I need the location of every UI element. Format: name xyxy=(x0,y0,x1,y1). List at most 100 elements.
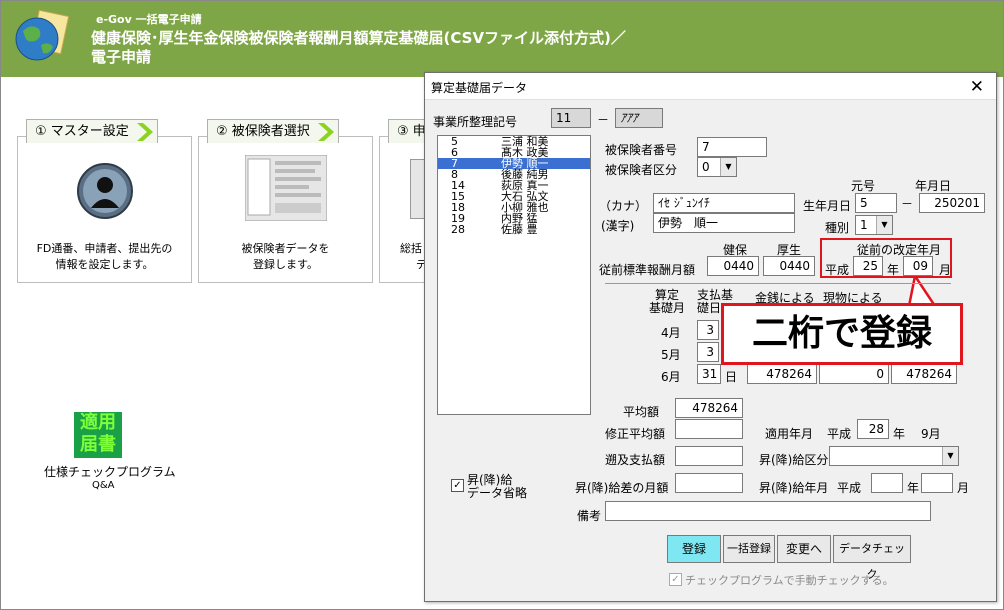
chevron-down-icon[interactable]: ▼ xyxy=(876,216,892,234)
average-field[interactable]: 478264 xyxy=(675,398,743,418)
pension-amount-field[interactable]: 0440 xyxy=(763,256,815,276)
pay-days-apr[interactable]: 3 xyxy=(697,320,719,340)
employee-list[interactable]: 5 三浦 和美 6 髙木 政美 7 伊勢 順一 8 後藤 純男 14 荻原 真一 15 大石 弘文 18… xyxy=(437,135,591,415)
apply-year-field[interactable]: 28 xyxy=(857,419,889,439)
row-month-may: 5月 xyxy=(661,348,681,362)
card-tab-label: ① マスター設定 xyxy=(35,124,129,139)
kana-label: （カナ） xyxy=(599,199,648,213)
kind-select[interactable]: 1 ▼ xyxy=(855,215,893,235)
calc-month-header-2: 基礎月 xyxy=(649,301,686,315)
era-label: 元号 xyxy=(851,179,876,193)
raise-diff-field[interactable] xyxy=(675,473,743,493)
chevron-right-icon xyxy=(317,123,334,141)
birth-date-label: 生年月日 xyxy=(803,199,852,213)
row-month-jun: 6月 xyxy=(661,370,681,384)
close-icon[interactable]: ✕ xyxy=(970,77,984,97)
office-code-2: ｱｱｱ xyxy=(615,108,663,128)
day-unit: 日 xyxy=(725,370,738,384)
in-kind-jun[interactable]: 0 xyxy=(819,364,889,384)
average-label: 平均額 xyxy=(623,405,660,419)
apply-month-value: 9月 xyxy=(921,427,941,441)
data-check-button[interactable]: データチェック xyxy=(833,535,911,581)
manual-check-checkbox[interactable]: ✓ xyxy=(669,573,682,586)
office-code-dash: － xyxy=(597,113,610,127)
list-item[interactable]: 28 佐藤 豊 xyxy=(438,224,590,235)
dialog-titlebar: 算定基礎届データ ✕ xyxy=(425,73,996,100)
raise-month-unit: 月 xyxy=(957,481,970,495)
apply-era: 平成 xyxy=(827,427,852,441)
change-button[interactable]: 変更へ xyxy=(777,535,831,563)
santei-dialog: 算定基礎届データ ✕ 事業所整理記号 11 － ｱｱｱ 5 三浦 和美 6 髙木 政美… xyxy=(424,72,997,602)
chevron-down-icon[interactable]: ▼ xyxy=(720,158,736,176)
chevron-right-icon xyxy=(136,123,153,141)
section-divider xyxy=(605,283,951,284)
card-desc-line-1: FD通番、申請者、提出先の xyxy=(36,242,173,255)
office-code-1: 11 xyxy=(551,108,591,128)
annotation-callout: 二桁で登録 xyxy=(721,303,963,365)
manual-check-label: チェックプログラムで手動チェックする。 xyxy=(685,574,894,587)
master-settings-tab[interactable]: ① マスター設定 xyxy=(26,119,158,143)
kind-label: 種別 xyxy=(825,221,850,235)
kanji-label: (漢字) xyxy=(601,219,635,233)
pay-days-may[interactable]: 3 xyxy=(697,342,719,362)
card-description: 被保険者データを 登録します。 xyxy=(199,241,372,273)
birth-era-field[interactable]: 5 xyxy=(855,193,897,213)
bulk-register-button[interactable]: 一括登録 xyxy=(723,535,775,563)
badge-line-2: 届書 xyxy=(80,434,116,455)
standard-pay-label: 従前標準報酬月額 xyxy=(599,263,696,277)
insured-selection-card[interactable]: ② 被保険者選択 被保険者データを 登録します。 xyxy=(198,119,373,283)
master-settings-card[interactable]: ① マスター設定 FD通番、申請者、提出先の 情報を設定します。 xyxy=(17,119,192,283)
kana-field[interactable]: ｲｾ ｼﾞｭﾝｲﾁ xyxy=(653,193,795,213)
kanji-field[interactable]: 伊勢 順一 xyxy=(653,213,795,233)
insured-selection-tab[interactable]: ② 被保険者選択 xyxy=(207,119,339,143)
employee-number: 28 xyxy=(451,223,465,236)
title-line-2: 電子申請 xyxy=(91,48,152,66)
birth-date-dash: － xyxy=(901,197,914,211)
raise-year-unit: 年 xyxy=(907,481,920,495)
employee-name: 佐藤 豊 xyxy=(501,223,538,236)
ymd-label: 年月日 xyxy=(915,179,952,193)
insured-no-label: 被保険者番号 xyxy=(605,143,678,157)
insured-type-select[interactable]: 0 ▼ xyxy=(697,157,737,177)
check-program-label[interactable]: 仕様チェックプログラム xyxy=(44,463,176,480)
title-line-1: 健康保険･厚生年金保険被保険者報酬月額算定基礎届(CSVファイル添付方式)／ xyxy=(91,29,626,47)
highlight-frame xyxy=(820,238,952,278)
form-screenshot-icon xyxy=(245,155,327,221)
card-desc-line-2: 登録します。 xyxy=(253,258,318,271)
insured-no-field[interactable]: 7 xyxy=(697,137,767,157)
qa-label[interactable]: Q&A xyxy=(92,480,115,491)
notes-label: 備考 xyxy=(577,509,602,523)
card-description: FD通番、申請者、提出先の 情報を設定します。 xyxy=(18,241,191,273)
office-code-label: 事業所整理記号 xyxy=(433,115,518,129)
raise-type-select[interactable]: ▼ xyxy=(829,446,959,466)
total-jun[interactable]: 478264 xyxy=(891,364,957,384)
retro-payment-field[interactable] xyxy=(675,446,743,466)
raise-year-field[interactable] xyxy=(871,473,903,493)
revised-average-field[interactable] xyxy=(675,419,743,439)
card-tab-label: ② 被保険者選択 xyxy=(216,124,310,139)
dialog-title: 算定基礎届データ xyxy=(431,81,528,95)
card-desc-line-1: 被保険者データを xyxy=(241,242,330,255)
insured-type-label: 被保険者区分 xyxy=(605,163,678,177)
app-name: e-Gov 一括電子申請 xyxy=(96,13,202,26)
page-title: 健康保険･厚生年金保険被保険者報酬月額算定基礎届(CSVファイル添付方式)／ 電… xyxy=(91,29,626,67)
raise-era: 平成 xyxy=(837,481,862,495)
card-desc-line-2: 情報を設定します。 xyxy=(55,258,154,271)
register-button[interactable]: 登録 xyxy=(667,535,721,563)
badge-line-1: 適用 xyxy=(80,412,116,433)
notes-field[interactable] xyxy=(605,501,931,521)
apply-month-label: 適用年月 xyxy=(765,427,814,441)
globe-document-icon xyxy=(15,9,69,61)
cash-jun[interactable]: 478264 xyxy=(747,364,817,384)
raise-month-label: 昇(降)給年月 xyxy=(759,481,829,495)
health-amount-field[interactable]: 0440 xyxy=(707,256,759,276)
raise-omit-checkbox[interactable]: ✓ xyxy=(451,479,464,492)
raise-month-field[interactable] xyxy=(921,473,953,493)
pay-days-jun[interactable]: 31 xyxy=(697,364,721,384)
chevron-down-icon[interactable]: ▼ xyxy=(942,447,958,465)
birth-date-field[interactable]: 250201 xyxy=(919,193,985,213)
insured-type-value: 0 xyxy=(702,160,710,174)
check-program-icon[interactable]: 適用 届書 xyxy=(74,412,122,458)
raise-diff-label: 昇(降)給差の月額 xyxy=(575,481,669,495)
apply-year-unit: 年 xyxy=(893,427,906,441)
